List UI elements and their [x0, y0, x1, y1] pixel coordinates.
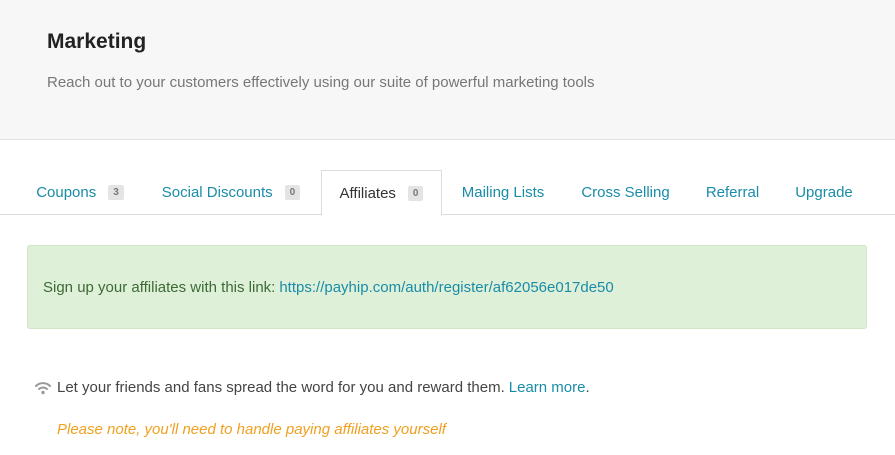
tab-referral[interactable]: Referral [690, 170, 775, 215]
tab-label: Mailing Lists [461, 184, 545, 201]
tab-label: Affiliates [339, 184, 396, 202]
page-title: Marketing [47, 30, 147, 53]
page-subtitle: Reach out to your customers effectively … [47, 74, 595, 91]
affiliate-payment-note: Please note, you'll need to handle payin… [57, 421, 446, 438]
tab-label: Upgrade [795, 184, 853, 201]
tab-count-badge: 3 [108, 185, 124, 200]
info-suffix: . [585, 379, 590, 396]
tab-count-badge: 0 [284, 185, 301, 200]
tab-social-discounts[interactable]: Social Discounts 0 [144, 170, 318, 215]
wifi-icon [35, 381, 51, 395]
affiliate-register-link[interactable]: https://payhip.com/auth/register/af62056… [279, 279, 613, 296]
tab-affiliates[interactable]: Affiliates 0 [321, 170, 442, 216]
tab-mailing-lists[interactable]: Mailing Lists [445, 170, 561, 215]
learn-more-link[interactable]: Learn more [509, 379, 586, 396]
affiliate-info: Let your friends and fans spread the wor… [35, 379, 590, 396]
info-text: Let your friends and fans spread the wor… [57, 379, 505, 396]
tab-count-badge: 0 [407, 185, 424, 201]
tab-upgrade[interactable]: Upgrade [779, 170, 869, 215]
page-header: Marketing Reach out to your customers ef… [0, 0, 895, 140]
alert-text: Sign up your affiliates with this link: [43, 278, 276, 296]
tab-label: Referral [705, 184, 760, 201]
affiliate-link-alert: Sign up your affiliates with this link: … [27, 245, 867, 329]
tab-cross-selling[interactable]: Cross Selling [565, 170, 686, 215]
tab-coupons[interactable]: Coupons 3 [18, 170, 142, 215]
tab-label: Coupons [36, 184, 97, 201]
tab-label: Cross Selling [581, 184, 670, 201]
tab-label: Social Discounts [161, 184, 273, 201]
marketing-tabs: Coupons 3 Social Discounts 0 Affiliates … [0, 170, 895, 216]
